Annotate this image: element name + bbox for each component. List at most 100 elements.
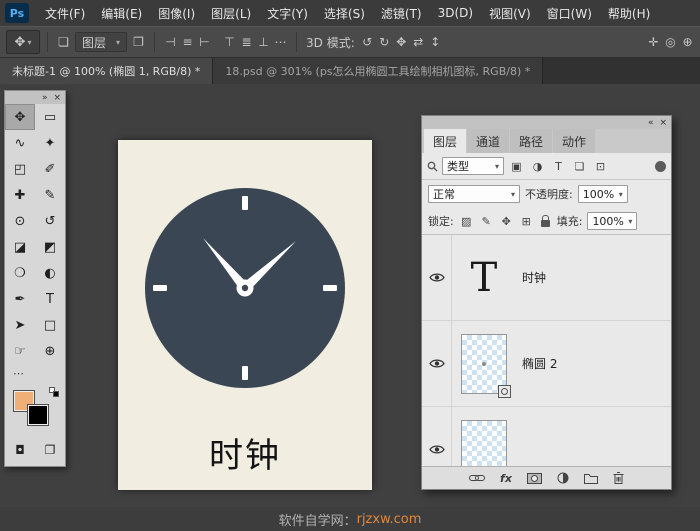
menu-3d[interactable]: 3D(D) [430,6,481,20]
layer-style-fx-icon[interactable]: fx [500,472,512,485]
menu-help[interactable]: 帮助(H) [600,5,658,22]
close-icon[interactable]: × [53,93,61,103]
gradient-tool[interactable]: ◩ [35,234,65,260]
path-selection-tool[interactable]: ➤ [5,312,35,338]
eyedropper-tool[interactable]: ✐ [35,156,65,182]
menu-image[interactable]: 图像(I) [150,5,203,22]
filter-shape-layers-icon[interactable]: ❏ [571,160,588,173]
rectangle-tool[interactable]: □ [35,312,65,338]
quick-selection-tool[interactable]: ✦ [35,130,65,156]
history-brush-tool[interactable]: ↺ [35,208,65,234]
align-bottom-button[interactable]: ⊥ [255,35,272,49]
auto-select-layers-icon[interactable]: ❏ [55,35,72,49]
layer-thumbnail[interactable]: T [452,255,516,301]
crop-tool[interactable]: ◰ [5,156,35,182]
layer-name[interactable]: 椭圆 2 [522,355,557,372]
quick-mask-button[interactable]: ◘ [5,438,35,462]
align-left-button[interactable]: ⊣ [162,35,179,49]
rectangular-marquee-tool[interactable]: ▭ [35,104,65,130]
layer-row-ellipse2[interactable]: 椭圆 2 [422,321,671,407]
align-middle-button[interactable]: ≣ [238,35,255,49]
visibility-cell[interactable] [422,321,452,406]
lasso-tool[interactable]: ∿ [5,130,35,156]
close-icon[interactable]: × [659,118,667,128]
tab-actions[interactable]: 动作 [553,129,596,153]
menu-view[interactable]: 视图(V) [481,5,539,22]
menu-window[interactable]: 窗口(W) [539,5,600,22]
move-tool[interactable]: ✥ [5,104,35,130]
document-tab-untitled[interactable]: 未标题-1 @ 100% (椭圆 1, RGB/8) * [0,58,214,84]
adjustment-layer-icon[interactable] [557,472,569,484]
default-colors-icon[interactable] [49,387,59,397]
layer-thumbnail[interactable] [452,419,516,466]
blur-tool[interactable]: ❍ [5,260,35,286]
filter-smart-objects-icon[interactable]: ⊡ [592,160,609,173]
menu-edit[interactable]: 编辑(E) [93,5,150,22]
tab-paths[interactable]: 路径 [510,129,553,153]
delete-layer-icon[interactable] [613,472,624,484]
filter-pixel-layers-icon[interactable]: ▣ [508,160,525,173]
document-tab-18psd[interactable]: 18.psd @ 301% (ps怎么用椭圆工具绘制相机图标, RGB/8) * [213,58,544,84]
options-extra-icon-2[interactable]: ◎ [662,35,679,49]
background-color-swatch[interactable] [27,404,49,426]
layer-thumbnail[interactable] [452,333,516,398]
3d-pan-icon[interactable]: ✥ [393,35,410,49]
align-top-button[interactable]: ⊤ [221,35,238,49]
tab-layers[interactable]: 图层 [424,129,467,153]
hand-tool[interactable]: ☞ [5,338,35,364]
layer-filtering-toggle[interactable] [655,160,666,172]
tab-channels[interactable]: 通道 [467,129,510,153]
layer-name[interactable]: 时钟 [522,269,546,286]
menu-filter[interactable]: 滤镜(T) [373,5,430,22]
new-group-icon[interactable] [583,473,598,484]
layer-row-partial[interactable] [422,407,671,466]
type-tool[interactable]: T [35,286,65,312]
collapse-panel-icon[interactable]: » [42,93,48,103]
edit-toolbar-button[interactable]: ⋯ [5,364,65,382]
zoom-tool[interactable]: ⊕ [35,338,65,364]
link-layers-icon[interactable] [469,474,486,482]
blend-mode-dropdown[interactable]: 正常 ▾ [428,185,520,203]
filter-adjustment-layers-icon[interactable]: ◑ [529,160,546,173]
screen-mode-button[interactable]: ❐ [35,438,65,462]
filter-type-dropdown[interactable]: 类型 ▾ [442,157,504,175]
menu-bar: Ps 文件(F) 编辑(E) 图像(I) 图层(L) 文字(Y) 选择(S) 滤… [0,0,700,26]
show-transform-controls-icon[interactable]: ❐ [130,35,147,49]
fill-dropdown[interactable]: 100% ▾ [587,212,638,230]
3d-orbit-icon[interactable]: ↺ [359,35,376,49]
healing-brush-tool[interactable]: ✚ [5,182,35,208]
lock-position-icon[interactable]: ✥ [499,215,514,228]
align-right-button[interactable]: ⊢ [196,35,213,49]
visibility-cell[interactable] [422,235,452,320]
pen-tool[interactable]: ✒ [5,286,35,312]
menu-type[interactable]: 文字(Y) [259,5,316,22]
3d-scale-icon[interactable]: ↕ [427,35,444,49]
options-extra-icon-3[interactable]: ⊕ [679,35,696,49]
brush-tool[interactable]: ✎ [35,182,65,208]
more-align-options-button[interactable]: ⋯ [272,35,289,49]
dodge-tool[interactable]: ◐ [35,260,65,286]
menu-select[interactable]: 选择(S) [316,5,373,22]
clone-stamp-tool[interactable]: ⊙ [5,208,35,234]
3d-roll-icon[interactable]: ↻ [376,35,393,49]
add-layer-mask-icon[interactable] [526,472,542,484]
options-extra-icon-1[interactable]: ✛ [645,35,662,49]
lock-artboard-icon[interactable]: ⊞ [519,215,534,228]
site-watermark-bar: 软件自学网： rjzxw.com [0,507,700,531]
opacity-dropdown[interactable]: 100% ▾ [577,185,628,203]
3d-slide-icon[interactable]: ⇄ [410,35,427,49]
document-canvas[interactable]: 时钟 [118,140,372,490]
current-tool-button[interactable]: ✥ ▾ [6,30,40,54]
lock-transparent-pixels-icon[interactable]: ▨ [459,215,474,228]
lock-all-icon[interactable] [540,215,550,227]
collapse-panel-icon[interactable]: « [648,118,654,128]
lock-image-pixels-icon[interactable]: ✎ [479,215,494,228]
layer-row-text[interactable]: T 时钟 [422,235,671,321]
menu-file[interactable]: 文件(F) [37,5,93,22]
filter-type-layers-icon[interactable]: T [550,160,567,173]
menu-layer[interactable]: 图层(L) [203,5,259,22]
eraser-tool[interactable]: ◪ [5,234,35,260]
align-center-button[interactable]: ≡ [179,35,196,49]
auto-select-target-dropdown[interactable]: 图层 ▾ [75,32,128,52]
visibility-cell[interactable] [422,407,452,466]
